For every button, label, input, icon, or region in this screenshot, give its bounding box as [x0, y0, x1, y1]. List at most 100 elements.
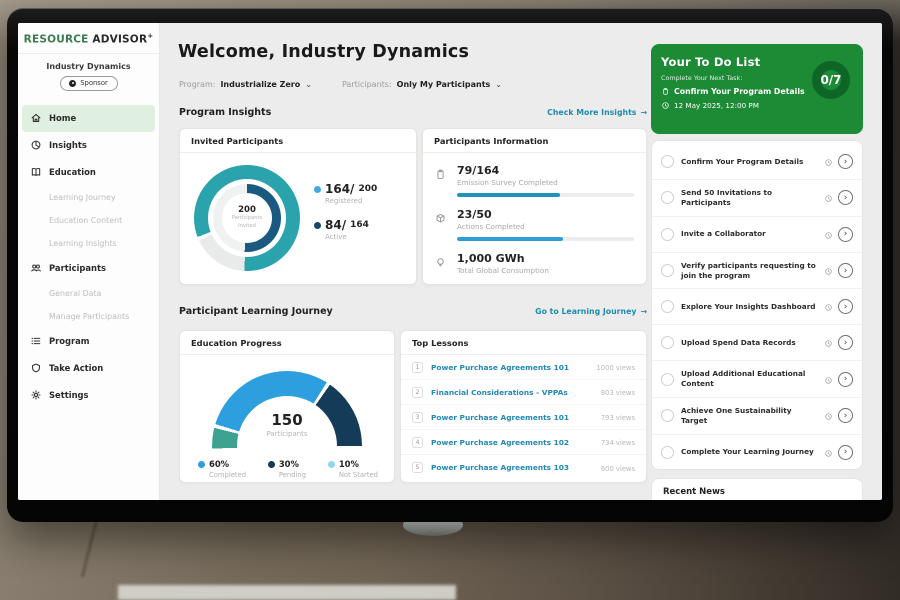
task-go-button[interactable]: ›: [838, 263, 853, 278]
gear-icon: [30, 389, 42, 401]
go-to-learning-journey-link[interactable]: Go to Learning Journey →: [535, 307, 647, 316]
sidebar-item-manage-participants[interactable]: Manage Participants: [18, 305, 159, 328]
legend-value: 164/: [325, 182, 354, 196]
task-row: Invite a Collaborator ›: [652, 217, 862, 253]
task-go-button[interactable]: ›: [838, 227, 853, 242]
sidebar-item-education[interactable]: Education: [18, 159, 159, 186]
task-row: Verify participants requesting to join t…: [652, 253, 862, 290]
sidebar-item-learning-journey[interactable]: Learning Journey: [18, 186, 159, 209]
sidebar-item-learning-insights[interactable]: Learning Insights: [18, 232, 159, 255]
lesson-rank: 5: [412, 462, 423, 473]
legend-dot: [314, 222, 321, 229]
invited-donut-body: 200 Participants Invited 164/ 200 Regist…: [180, 153, 416, 271]
task-row: Achieve One Sustainability Target ›: [652, 398, 862, 435]
task-checkbox[interactable]: [661, 264, 674, 277]
clock-icon: [824, 406, 833, 425]
sidebar-item-take-action[interactable]: Take Action: [18, 355, 159, 382]
donut-center: 200 Participants Invited: [222, 193, 272, 243]
legend-dot: [328, 461, 335, 468]
brand-advisor: ADVISOR: [92, 34, 147, 46]
task-go-button[interactable]: ›: [838, 335, 853, 350]
program-filter[interactable]: Program: Industrialize Zero ⌄: [179, 80, 312, 89]
views-label: views: [616, 364, 635, 372]
progress-fill: [457, 237, 563, 241]
chevron-right-icon: ›: [844, 374, 848, 384]
lesson-rank: 2: [412, 387, 423, 398]
task-checkbox[interactable]: [661, 336, 674, 349]
filter-value: Industrialize Zero: [220, 80, 300, 89]
stat-emission-survey: 79/164 Emission Survey Completed: [423, 164, 646, 197]
chevron-right-icon: ›: [844, 411, 848, 421]
task-checkbox[interactable]: [661, 228, 674, 241]
lesson-views: 1000: [596, 364, 613, 372]
legend-value: 30%: [279, 459, 299, 469]
recent-news-title: Recent News: [663, 487, 725, 497]
stat-actions-completed: 23/50 Actions Completed: [423, 208, 646, 241]
gauge-center-label: Participants: [212, 430, 362, 438]
arrow-right-icon: →: [640, 307, 647, 316]
sidebar-item-participants[interactable]: Participants: [18, 255, 159, 282]
todo-progress-ring: 0/7: [812, 61, 850, 99]
task-checkbox[interactable]: [661, 373, 674, 386]
legend-registered: 164/ 200 Registered: [314, 182, 377, 205]
link-label: Check More Insights: [547, 108, 636, 117]
sidebar-item-education-content[interactable]: Education Content: [18, 209, 159, 232]
sponsor-icon: [69, 80, 76, 87]
stat-consumption: 1,000 GWh Total Global Consumption: [423, 252, 646, 275]
brand-plus: +: [147, 32, 153, 40]
legend-label: Completed: [209, 471, 246, 479]
task-go-button[interactable]: ›: [838, 408, 853, 423]
sidebar-item-general-data[interactable]: General Data: [18, 282, 159, 305]
task-checkbox[interactable]: [661, 191, 674, 204]
check-more-insights-link[interactable]: Check More Insights →: [547, 108, 647, 117]
lesson-link[interactable]: Power Purchase Agreements 101: [431, 413, 599, 422]
todo-progress-value: 0/7: [820, 73, 841, 87]
sidebar-item-label: Education Content: [49, 216, 122, 225]
legend-label: Registered: [325, 197, 377, 205]
lesson-rank: 4: [412, 437, 423, 448]
sponsor-label: Sponsor: [80, 79, 108, 87]
brand-resource: RESOURCE: [24, 34, 89, 46]
lesson-link[interactable]: Power Purchase Agreements 101: [431, 363, 594, 372]
lesson-link[interactable]: Financial Considerations - VPPAs: [431, 388, 599, 397]
sidebar-item-label: Learning Insights: [49, 239, 117, 248]
section-title: Program Insights: [179, 107, 271, 118]
participants-filter[interactable]: Participants: Only My Participants ⌄: [342, 80, 502, 89]
lesson-link[interactable]: Power Purchase Agreements 103: [431, 463, 599, 472]
task-row: Upload Spend Data Records ›: [652, 325, 862, 361]
task-go-button[interactable]: ›: [838, 372, 853, 387]
lesson-views: 734: [601, 439, 614, 447]
sidebar-item-settings[interactable]: Settings: [18, 382, 159, 409]
legend-not-started: 10% Not Started: [328, 459, 378, 479]
stat-value: 1,000 GWh: [457, 252, 634, 265]
sponsor-badge[interactable]: Sponsor: [60, 76, 118, 91]
gauge-center: 150 Participants: [212, 411, 362, 438]
task-go-button[interactable]: ›: [838, 299, 853, 314]
views-label: views: [616, 389, 635, 397]
chevron-down-icon[interactable]: ⌄: [305, 80, 312, 89]
task-checkbox[interactable]: [661, 446, 674, 459]
task-checkbox[interactable]: [661, 300, 674, 313]
task-go-button[interactable]: ›: [838, 445, 853, 460]
stat-value: 23/50: [457, 208, 634, 221]
clipboard-icon: [434, 166, 447, 185]
sidebar-item-insights[interactable]: Insights: [18, 132, 159, 159]
app-logo: RESOURCE ADVISOR+: [18, 23, 159, 54]
sidebar-item-program[interactable]: Program: [18, 328, 159, 355]
lesson-link[interactable]: Power Purchase Agreements 102: [431, 438, 599, 447]
chevron-down-icon[interactable]: ⌄: [495, 80, 502, 89]
section-title: Participant Learning Journey: [179, 306, 333, 317]
task-go-button[interactable]: ›: [838, 190, 853, 205]
task-checkbox[interactable]: [661, 155, 674, 168]
task-go-button[interactable]: ›: [838, 154, 853, 169]
clock-icon: [661, 101, 670, 110]
clock-icon: [824, 443, 833, 462]
cube-icon: [434, 210, 447, 229]
sidebar-item-label: General Data: [49, 289, 101, 298]
sidebar-item-home[interactable]: Home: [22, 105, 155, 132]
clock-icon: [824, 152, 833, 171]
task-label: Explore Your Insights Dashboard: [681, 302, 819, 312]
sidebar: RESOURCE ADVISOR+ Industry Dynamics Spon…: [18, 23, 160, 500]
task-checkbox[interactable]: [661, 409, 674, 422]
filter-label: Participants:: [342, 80, 392, 89]
